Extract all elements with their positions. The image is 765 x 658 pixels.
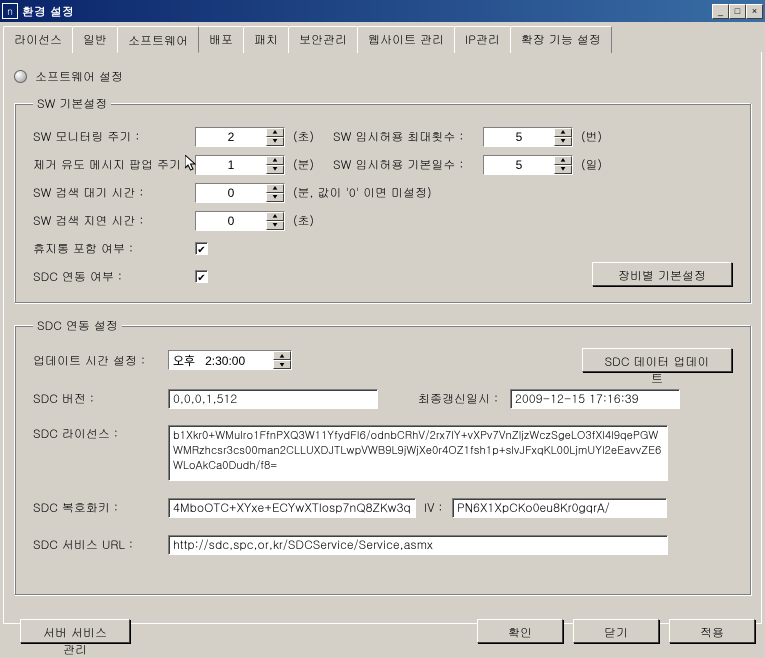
tab-6[interactable]: 웹사이트 관리 xyxy=(357,26,455,53)
unit-popup: (분) xyxy=(293,156,333,173)
fieldset-sw-basic: SW 기본설정 SW 모니터링 주기 : ▲▼ (초) SW 임시허용 최대횟수… xyxy=(14,95,751,303)
textarea-sdc-license[interactable] xyxy=(168,425,668,481)
spin-down-icon[interactable]: ▼ xyxy=(554,165,572,174)
maximize-button[interactable]: □ xyxy=(729,4,746,19)
spinner-monitoring[interactable]: ▲▼ xyxy=(195,127,285,147)
minimize-button[interactable]: _ xyxy=(712,4,729,19)
input-delay[interactable] xyxy=(196,212,266,230)
input-max-temp[interactable] xyxy=(484,128,554,146)
unit-delay: (초) xyxy=(293,212,333,229)
legend-sw-basic: SW 기본설정 xyxy=(33,95,111,112)
input-monitoring[interactable] xyxy=(196,128,266,146)
input-wait[interactable] xyxy=(196,184,266,202)
tab-7[interactable]: IP관리 xyxy=(454,26,511,53)
checkbox-include-recycle[interactable]: ✔ xyxy=(195,242,208,255)
label-max-temp: SW 임시허용 최대횟수 : xyxy=(333,128,483,145)
input-update-time[interactable] xyxy=(169,351,273,369)
label-service-url: SDC 서비스 URL : xyxy=(33,536,168,553)
input-sdc-version[interactable] xyxy=(168,389,378,409)
tab-2[interactable]: 소프트웨어 xyxy=(117,26,199,53)
input-popup[interactable] xyxy=(196,156,266,174)
spin-down-icon[interactable]: ▼ xyxy=(554,137,572,146)
spin-up-icon[interactable]: ▲ xyxy=(273,351,291,360)
unit-wait: (분, 값이 '0' 이면 미설정) xyxy=(293,184,463,201)
legend-sdc: SDC 연동 설정 xyxy=(33,317,122,334)
label-last-update: 최종갱신일시 : xyxy=(418,390,510,407)
close-footer-button[interactable]: 닫기 xyxy=(573,619,659,643)
close-button[interactable]: × xyxy=(746,4,763,19)
section-heading: 소프트웨어 설정 xyxy=(35,68,123,85)
tab-0[interactable]: 라이선스 xyxy=(3,26,73,53)
input-iv[interactable] xyxy=(452,498,667,518)
app-icon: n xyxy=(2,3,18,19)
input-service-url[interactable] xyxy=(168,535,668,555)
spinner-default-days[interactable]: ▲▼ xyxy=(483,155,573,175)
spin-down-icon[interactable]: ▼ xyxy=(273,360,291,369)
spinner-max-temp[interactable]: ▲▼ xyxy=(483,127,573,147)
section-bullet-icon xyxy=(14,70,27,83)
sdc-data-update-button[interactable]: SDC 데이터 업데이트 xyxy=(582,348,732,372)
unit-default-days: (일) xyxy=(581,156,621,173)
titlebar: n 환경 설정 _ □ × xyxy=(0,0,765,22)
label-popup: 제거 유도 메시지 팝업 주기 : xyxy=(33,156,195,173)
spin-down-icon[interactable]: ▼ xyxy=(266,137,284,146)
device-default-button[interactable]: 장비별 기본설정 xyxy=(592,262,732,286)
checkbox-sdc-link[interactable]: ✔ xyxy=(195,270,208,283)
spinner-popup[interactable]: ▲▼ xyxy=(195,155,285,175)
window-title: 환경 설정 xyxy=(22,3,712,20)
tab-panel-software: 소프트웨어 설정 SW 기본설정 SW 모니터링 주기 : ▲▼ (초) SW … xyxy=(3,52,762,624)
unit-max-temp: (번) xyxy=(581,128,621,145)
tab-bar: 라이선스일반소프트웨어배포패치보안관리웹사이트 관리IP관리확장 기능 설정 xyxy=(3,26,762,53)
spin-down-icon[interactable]: ▼ xyxy=(266,165,284,174)
label-sdc-version: SDC 버전 : xyxy=(33,390,168,407)
spinner-wait[interactable]: ▲▼ xyxy=(195,183,285,203)
input-decrypt-key[interactable] xyxy=(168,498,416,518)
server-service-button[interactable]: 서버 서비스 관리 xyxy=(20,619,130,643)
label-decrypt-key: SDC 복호화키 : xyxy=(33,499,168,516)
unit-monitoring: (초) xyxy=(293,128,333,145)
tab-1[interactable]: 일반 xyxy=(72,26,118,53)
label-include-recycle: 휴지통 포함 여부 : xyxy=(33,240,195,257)
label-sdc-license: SDC 라이선스 : xyxy=(33,425,168,442)
label-monitoring: SW 모니터링 주기 : xyxy=(33,128,195,145)
tab-5[interactable]: 보안관리 xyxy=(288,26,358,53)
spinner-delay[interactable]: ▲▼ xyxy=(195,211,285,231)
tab-8[interactable]: 확장 기능 설정 xyxy=(510,26,612,53)
spin-down-icon[interactable]: ▼ xyxy=(266,221,284,230)
label-default-days: SW 임시허용 기본일수 : xyxy=(333,156,483,173)
apply-button[interactable]: 적용 xyxy=(669,619,755,643)
label-iv: IV : xyxy=(424,499,452,516)
label-wait: SW 검색 대기 시간 : xyxy=(33,184,195,201)
tab-4[interactable]: 패치 xyxy=(243,26,289,53)
label-sdc-link: SDC 연동 여부 : xyxy=(33,268,195,285)
spin-down-icon[interactable]: ▼ xyxy=(266,193,284,202)
fieldset-sdc: SDC 연동 설정 업데이트 시간 설정 : ▲▼ SDC 데이터 업데이트 S… xyxy=(14,317,751,595)
time-spinner[interactable]: ▲▼ xyxy=(168,350,292,370)
input-last-update[interactable] xyxy=(510,389,680,409)
tab-3[interactable]: 배포 xyxy=(198,26,244,53)
label-update-time: 업데이트 시간 설정 : xyxy=(33,352,168,369)
footer-bar: 서버 서비스 관리 확인 닫기 적용 xyxy=(10,619,755,643)
ok-button[interactable]: 확인 xyxy=(477,619,563,643)
input-default-days[interactable] xyxy=(484,156,554,174)
label-delay: SW 검색 지연 시간 : xyxy=(33,212,195,229)
